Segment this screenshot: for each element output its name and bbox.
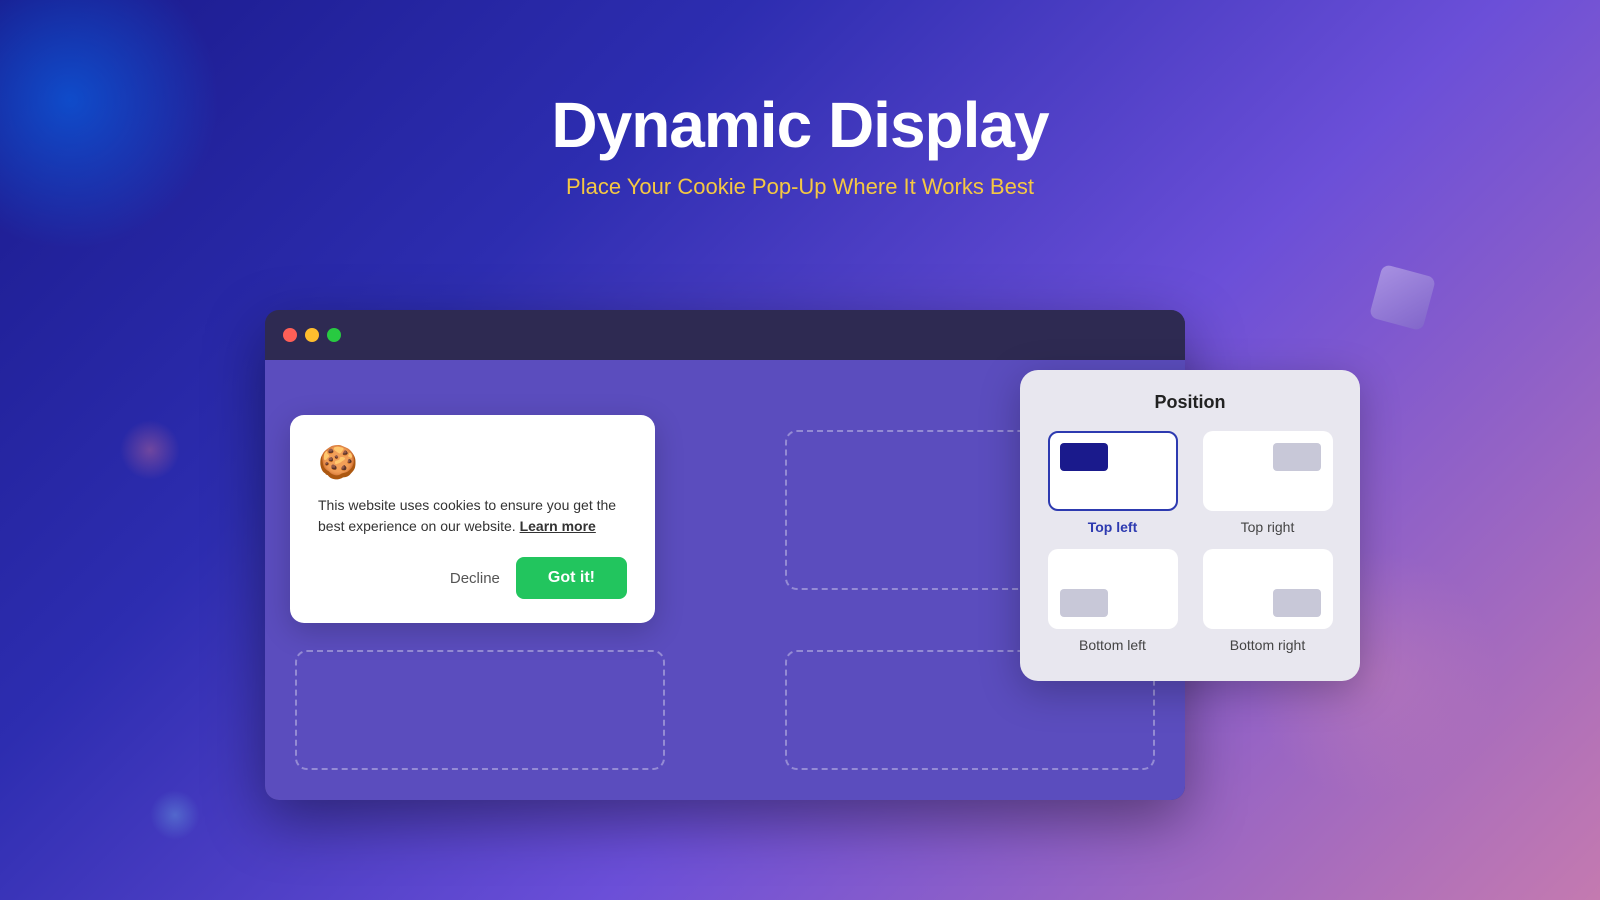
crystal-decoration bbox=[1369, 264, 1436, 331]
position-box-bottom-right[interactable] bbox=[1203, 549, 1333, 629]
bg-blob-small-left bbox=[120, 420, 180, 480]
position-option-top-right[interactable]: Top right bbox=[1197, 431, 1338, 535]
window-dot-green bbox=[327, 328, 341, 342]
bg-blob-small-bottom-left bbox=[150, 790, 200, 840]
cookie-popup: 🍪 This website uses cookies to ensure yo… bbox=[290, 415, 655, 623]
position-option-top-left[interactable]: Top left bbox=[1042, 431, 1183, 535]
decline-button[interactable]: Decline bbox=[450, 570, 500, 587]
header: Dynamic Display Place Your Cookie Pop-Up… bbox=[551, 90, 1048, 200]
position-label-bottom-left: Bottom left bbox=[1079, 637, 1146, 653]
learn-more-link[interactable]: Learn more bbox=[520, 518, 596, 534]
position-option-bottom-right[interactable]: Bottom right bbox=[1197, 549, 1338, 653]
position-option-bottom-left[interactable]: Bottom left bbox=[1042, 549, 1183, 653]
cookie-icon: 🍪 bbox=[318, 443, 627, 481]
position-indicator-bottom-left bbox=[1060, 589, 1108, 617]
position-box-top-right[interactable] bbox=[1203, 431, 1333, 511]
position-panel: Position Top left Top right Bottom left bbox=[1020, 370, 1360, 681]
page-title: Dynamic Display bbox=[551, 90, 1048, 160]
position-box-bottom-left[interactable] bbox=[1048, 549, 1178, 629]
position-box-top-left[interactable] bbox=[1048, 431, 1178, 511]
window-dot-yellow bbox=[305, 328, 319, 342]
position-grid: Top left Top right Bottom left Bottom ri… bbox=[1042, 431, 1338, 653]
cookie-actions: Decline Got it! bbox=[318, 557, 627, 599]
browser-bar bbox=[265, 310, 1185, 360]
window-dot-red bbox=[283, 328, 297, 342]
got-it-button[interactable]: Got it! bbox=[516, 557, 627, 599]
page-subtitle: Place Your Cookie Pop-Up Where It Works … bbox=[551, 174, 1048, 200]
cookie-text: This website uses cookies to ensure you … bbox=[318, 495, 627, 537]
position-label-bottom-right: Bottom right bbox=[1230, 637, 1305, 653]
position-indicator-top-left bbox=[1060, 443, 1108, 471]
position-panel-title: Position bbox=[1042, 392, 1338, 413]
bg-blob-blue bbox=[0, 0, 220, 250]
placeholder-bottom-left bbox=[295, 650, 665, 770]
position-label-top-left: Top left bbox=[1088, 519, 1138, 535]
position-indicator-bottom-right bbox=[1273, 589, 1321, 617]
position-indicator-top-right bbox=[1273, 443, 1321, 471]
position-label-top-right: Top right bbox=[1241, 519, 1295, 535]
